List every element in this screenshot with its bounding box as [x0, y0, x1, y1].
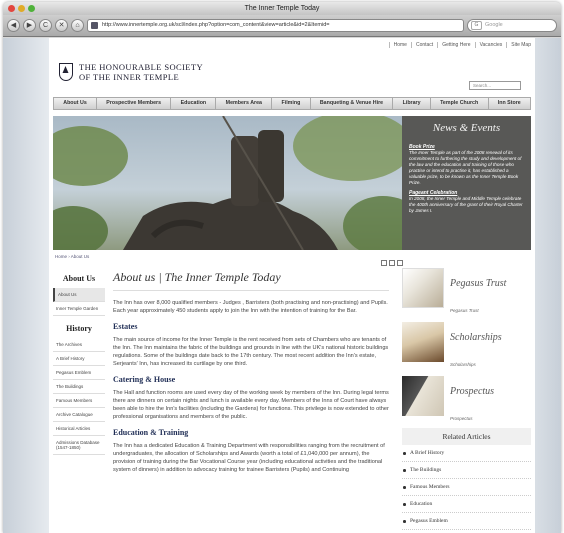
- section-heading: Catering & House: [113, 375, 176, 384]
- forward-button[interactable]: ▶: [23, 19, 36, 32]
- crest-icon: [59, 63, 73, 81]
- site-search-input[interactable]: Search...: [469, 81, 521, 90]
- sidebar-heading-history: History: [66, 324, 92, 333]
- logo-line-1: THE HONOURABLE SOCIETY: [79, 62, 204, 72]
- pdf-icon[interactable]: [381, 260, 387, 266]
- breadcrumb-home[interactable]: Home: [55, 254, 67, 259]
- sidebar-item-historical-articles[interactable]: Historical Articles: [53, 422, 105, 436]
- nav-library[interactable]: Library: [393, 98, 431, 109]
- sidebar-item-about-us[interactable]: About Us: [53, 288, 105, 302]
- news-events-title: News & Events: [432, 122, 501, 134]
- promo-caption: Scholarships: [450, 362, 476, 367]
- web-page: Home Contact Getting Here Vacancies Site…: [49, 38, 535, 533]
- promo-prospectus[interactable]: Prospectus Prospectus: [402, 372, 531, 421]
- utility-link-vacancies[interactable]: Vacancies: [474, 42, 507, 48]
- home-button[interactable]: ⌂: [71, 19, 84, 32]
- nav-members-area[interactable]: Members Area: [216, 98, 273, 109]
- logo-line-2: OF THE INNER TEMPLE: [79, 72, 180, 82]
- utility-link-contact[interactable]: Contact: [410, 42, 437, 48]
- right-column: Pegasus Trust Pegasus Trust Scholarships…: [402, 264, 531, 530]
- promo-title: Pegasus Trust: [450, 278, 507, 289]
- main-content: About us | The Inner Temple Today The In…: [113, 270, 389, 481]
- breadcrumb-about-us[interactable]: About Us: [71, 254, 90, 259]
- sidebar-item-admissions-database[interactable]: Admissions Database (1547-1850): [53, 436, 105, 455]
- back-button[interactable]: ◀: [7, 19, 20, 32]
- utility-link-home[interactable]: Home: [388, 42, 411, 48]
- nav-about-us[interactable]: About Us: [54, 98, 98, 109]
- related-article-link[interactable]: Famous Members: [402, 479, 531, 496]
- stop-button[interactable]: ✕: [55, 19, 68, 32]
- sidebar-item-archive-catalogue[interactable]: Archive Catalogue: [53, 408, 105, 422]
- sidebar-item-buildings[interactable]: The Buildings: [53, 380, 105, 394]
- sidebar-item-famous-members[interactable]: Famous Members: [53, 394, 105, 408]
- news-events-panel: News & Events Book Prize The Inner Templ…: [402, 116, 531, 250]
- scholarships-thumbnail: [402, 322, 444, 362]
- prospectus-thumbnail: [402, 376, 444, 416]
- page-viewport: Home Contact Getting Here Vacancies Site…: [3, 38, 561, 533]
- utility-links: Home Contact Getting Here Vacancies Site…: [388, 42, 535, 48]
- breadcrumb: Home › About Us: [55, 254, 90, 259]
- section-paragraph: The main source of income for the Inner …: [113, 337, 389, 367]
- news-item-text: In 2008, the Inner Temple and Middle Tem…: [409, 196, 523, 213]
- related-articles-heading: Related Articles: [402, 428, 531, 445]
- sidebar-item-brief-history[interactable]: A Brief History: [53, 352, 105, 366]
- title-bar: The Inner Temple Today: [3, 2, 561, 15]
- nav-prospective-members[interactable]: Prospective Members: [97, 98, 172, 109]
- sidebar-heading-about: About Us: [62, 274, 96, 283]
- section-paragraph: The Hall and function rooms are used eve…: [113, 390, 389, 420]
- nav-education[interactable]: Education: [171, 98, 217, 109]
- section-heading: Estates: [113, 322, 138, 331]
- nav-banqueting[interactable]: Banqueting & Venue Hire: [311, 98, 394, 109]
- close-window-button[interactable]: [8, 5, 15, 12]
- utility-link-site-map[interactable]: Site Map: [506, 42, 535, 48]
- sidebar-item-archives[interactable]: The Archives: [53, 338, 105, 352]
- pegasus-trust-thumbnail: [402, 268, 444, 308]
- nav-inn-store[interactable]: Inn Store: [489, 98, 530, 109]
- url-text: http://www.innertemple.org.uk/scl/index.…: [102, 22, 330, 28]
- page-title: About us | The Inner Temple Today: [113, 270, 389, 291]
- promo-title: Scholarships: [450, 332, 502, 343]
- favicon-icon: [91, 22, 98, 29]
- reload-button[interactable]: C: [39, 19, 52, 32]
- promo-caption: Prospectus: [450, 416, 473, 421]
- site-logo[interactable]: THE HONOURABLE SOCIETY OF THE INNER TEMP…: [59, 62, 203, 82]
- minimize-window-button[interactable]: [18, 5, 25, 12]
- sidebar-item-pegasus-emblem[interactable]: Pegasus Emblem: [53, 366, 105, 380]
- window-controls: [8, 5, 35, 12]
- related-article-link[interactable]: Pegasus Emblem: [402, 513, 531, 530]
- google-icon: G: [471, 21, 482, 30]
- browser-search-placeholder: Google: [485, 22, 503, 28]
- nav-temple-church[interactable]: Temple Church: [431, 98, 489, 109]
- promo-scholarships[interactable]: Scholarships Scholarships: [402, 318, 531, 367]
- sidebar-item-garden[interactable]: Inner Temple Garden: [53, 302, 105, 316]
- browser-toolbar: ◀ ▶ C ✕ ⌂ http://www.innertemple.org.uk/…: [3, 15, 561, 37]
- browser-search-field[interactable]: G Google: [467, 19, 557, 32]
- address-bar[interactable]: http://www.innertemple.org.uk/scl/index.…: [87, 19, 464, 32]
- section-heading: Education & Training: [113, 428, 189, 437]
- promo-title: Prospectus: [450, 386, 495, 397]
- related-article-link[interactable]: The Buildings: [402, 462, 531, 479]
- page-tools: [381, 260, 403, 266]
- zoom-window-button[interactable]: [28, 5, 35, 12]
- promo-caption: Pegasus Trust: [450, 308, 479, 313]
- browser-window: The Inner Temple Today ◀ ▶ C ✕ ⌂ http://…: [3, 2, 561, 533]
- left-sidebar: About Us About Us Inner Temple Garden Hi…: [53, 266, 105, 455]
- hero-image-pegasus-statue: [53, 116, 402, 250]
- related-article-link[interactable]: Education: [402, 496, 531, 513]
- news-item-text: The Inner Temple as part of the 2008 ren…: [409, 150, 522, 185]
- print-icon[interactable]: [389, 260, 395, 266]
- window-title: The Inner Temple Today: [244, 5, 320, 12]
- promo-pegasus-trust[interactable]: Pegasus Trust Pegasus Trust: [402, 264, 531, 313]
- main-nav: About Us Prospective Members Education M…: [53, 97, 531, 110]
- intro-paragraph: The Inn has over 8,000 qualified members…: [113, 300, 388, 314]
- related-article-link[interactable]: A Brief History: [402, 445, 531, 462]
- utility-link-getting-here[interactable]: Getting Here: [437, 42, 474, 48]
- section-paragraph: The Inn has a dedicated Education & Trai…: [113, 443, 385, 473]
- nav-filming[interactable]: Filming: [272, 98, 311, 109]
